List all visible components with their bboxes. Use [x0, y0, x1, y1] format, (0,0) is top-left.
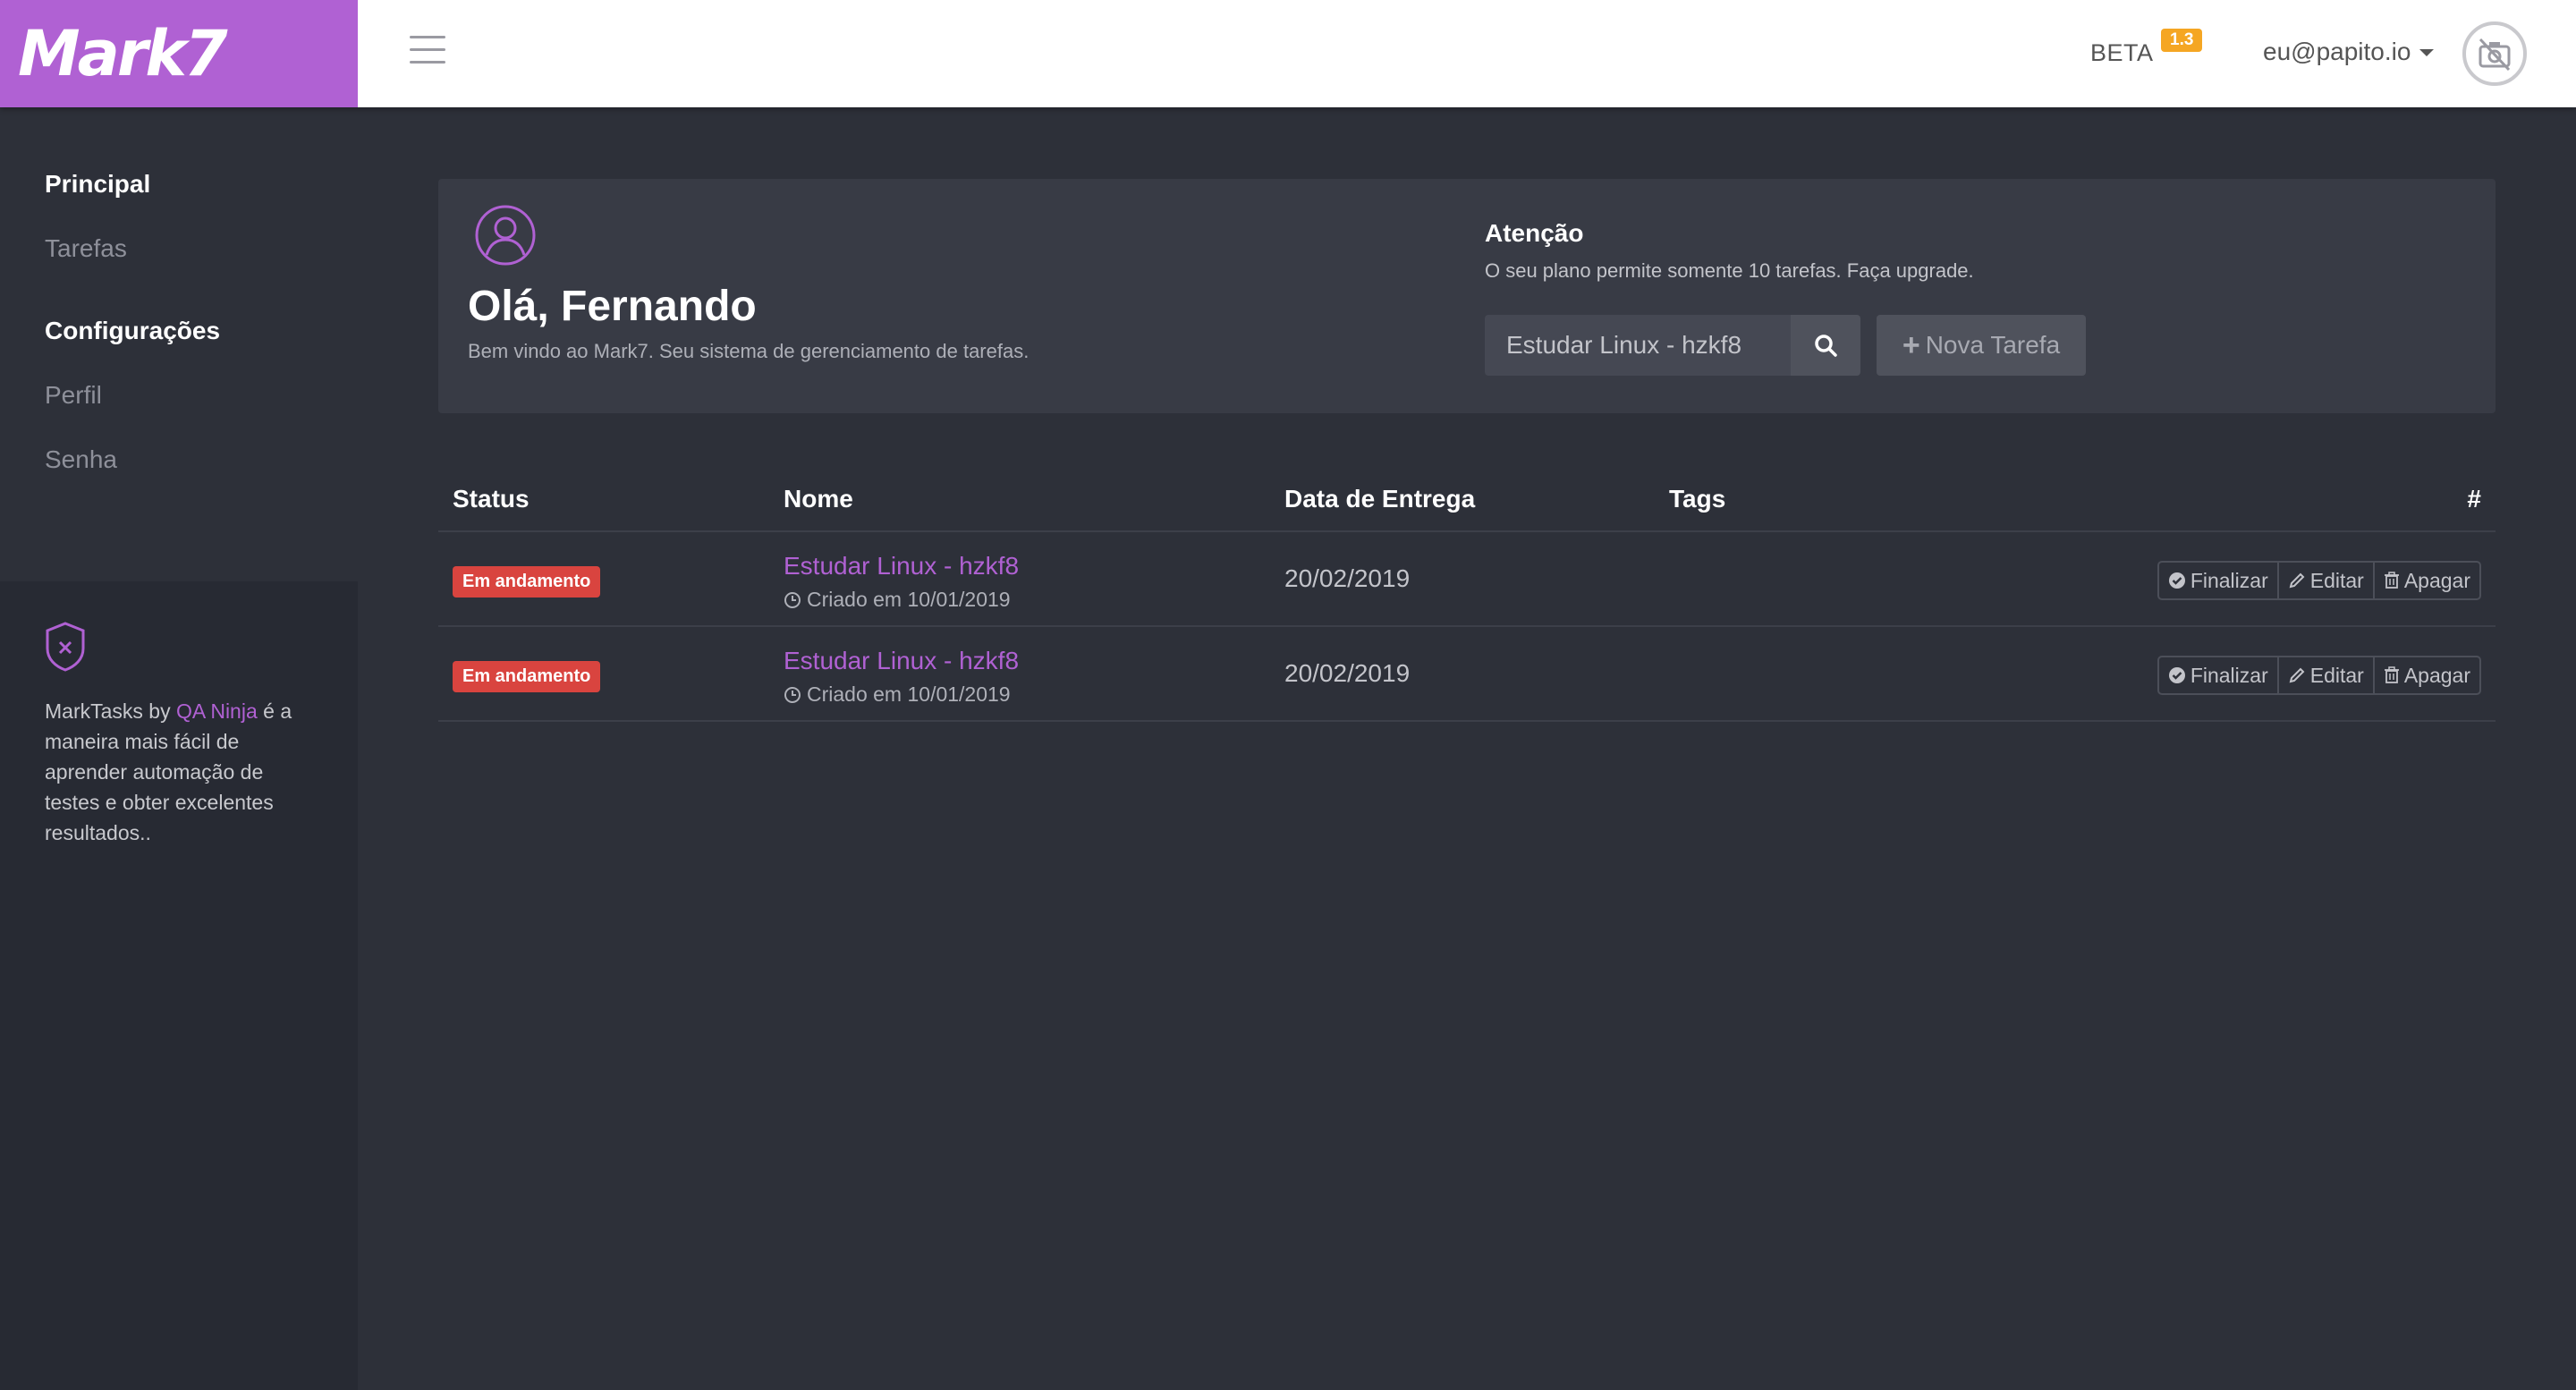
column-tags: Tags	[1669, 485, 1726, 513]
editar-button[interactable]: Editar	[2279, 657, 2375, 693]
row-actions: Finalizar Editar Apagar	[2157, 561, 2481, 600]
search-button[interactable]	[1791, 315, 1860, 376]
version-badge: 1.3	[2161, 29, 2203, 52]
task-created: Criado em 10/01/2019	[784, 682, 1011, 707]
trash-icon	[2384, 666, 2399, 683]
task-created: Criado em 10/01/2019	[784, 588, 1011, 612]
pencil-icon	[2289, 667, 2305, 683]
finalizar-button[interactable]: Finalizar	[2159, 563, 2279, 598]
task-due-date: 20/02/2019	[1284, 564, 1411, 592]
top-bar: Mark7 BETA 1.3 eu@papito.io	[0, 0, 2576, 107]
new-task-label: Nova Tarefa	[1925, 331, 2061, 359]
column-data-entrega: Data de Entrega	[1284, 485, 1476, 513]
editar-label: Editar	[2309, 568, 2364, 592]
task-created-text: Criado em 10/01/2019	[807, 588, 1011, 611]
clock-icon	[784, 591, 801, 608]
attention-title: Atenção	[1485, 219, 1584, 247]
column-nome: Nome	[784, 485, 853, 513]
table-row: Em andamento Estudar Linux - hzkf8 Criad…	[438, 532, 2496, 627]
nav-header-principal: Principal	[45, 170, 151, 198]
sidebar-item-senha[interactable]: Senha	[0, 445, 358, 481]
greeting: Olá, Fernando	[468, 283, 757, 330]
task-due-date: 20/02/2019	[1284, 659, 1411, 687]
clock-icon	[784, 686, 801, 703]
table-header: Status Nome Data de Entrega Tags #	[438, 472, 2496, 532]
welcome-panel: Olá, Fernando Bem vindo ao Mark7. Seu si…	[438, 179, 2496, 413]
hamburger-icon[interactable]	[410, 36, 445, 66]
promo-box: MarkTasks by QA Ninja é a maneira mais f…	[0, 581, 358, 848]
row-actions: Finalizar Editar Apagar	[2157, 656, 2481, 695]
user-circle-icon	[475, 205, 536, 266]
logo[interactable]: Mark7	[18, 22, 228, 85]
trash-icon	[2384, 572, 2399, 589]
task-name-link[interactable]: Estudar Linux - hzkf8	[784, 552, 1019, 581]
check-circle-icon	[2168, 572, 2185, 589]
column-actions: #	[2467, 485, 2481, 513]
sidebar-item-tarefas[interactable]: Tarefas	[0, 234, 358, 270]
welcome-subtitle: Bem vindo ao Mark7. Seu sistema de geren…	[468, 340, 1030, 362]
avatar[interactable]	[2462, 21, 2527, 86]
user-menu[interactable]: eu@papito.io	[2263, 38, 2411, 66]
sidebar: Principal Tarefas Configurações Perfil S…	[0, 107, 358, 1390]
chevron-down-icon[interactable]	[2419, 49, 2434, 56]
shield-icon	[46, 622, 85, 672]
apagar-label: Apagar	[2403, 568, 2470, 592]
new-task-button[interactable]: + Nova Tarefa	[1877, 315, 2086, 376]
task-table: Status Nome Data de Entrega Tags # Em an…	[438, 472, 2496, 722]
no-camera-icon	[2479, 38, 2511, 72]
qa-ninja-link[interactable]: QA Ninja	[176, 699, 258, 723]
apagar-button[interactable]: Apagar	[2375, 657, 2479, 693]
apagar-label: Apagar	[2403, 663, 2470, 687]
editar-button[interactable]: Editar	[2279, 563, 2375, 598]
editar-label: Editar	[2309, 663, 2364, 687]
status-badge: Em andamento	[453, 566, 601, 598]
attention-text: O seu plano permite somente 10 tarefas. …	[1485, 259, 1974, 282]
status-badge: Em andamento	[453, 661, 601, 692]
pencil-icon	[2289, 572, 2305, 589]
check-circle-icon	[2168, 667, 2185, 683]
promo-prefix: MarkTasks by	[45, 699, 176, 723]
promo-text: MarkTasks by QA Ninja é a maneira mais f…	[45, 696, 313, 848]
sidebar-item-perfil[interactable]: Perfil	[0, 381, 358, 417]
finalizar-label: Finalizar	[2190, 663, 2268, 687]
column-status: Status	[453, 485, 530, 513]
finalizar-button[interactable]: Finalizar	[2159, 657, 2279, 693]
finalizar-label: Finalizar	[2190, 568, 2268, 592]
task-created-text: Criado em 10/01/2019	[807, 682, 1011, 706]
logo-area[interactable]: Mark7	[0, 0, 358, 107]
search-input[interactable]	[1485, 315, 1791, 376]
task-name-link[interactable]: Estudar Linux - hzkf8	[784, 647, 1019, 675]
table-row: Em andamento Estudar Linux - hzkf8 Criad…	[438, 627, 2496, 722]
beta-label: BETA	[2090, 39, 2154, 66]
nav-header-configuracoes: Configurações	[45, 317, 221, 344]
search-icon	[1815, 335, 1837, 357]
plus-icon: +	[1902, 327, 1920, 362]
apagar-button[interactable]: Apagar	[2375, 563, 2479, 598]
sidebar-nav: Principal Tarefas Configurações Perfil S…	[0, 107, 358, 581]
